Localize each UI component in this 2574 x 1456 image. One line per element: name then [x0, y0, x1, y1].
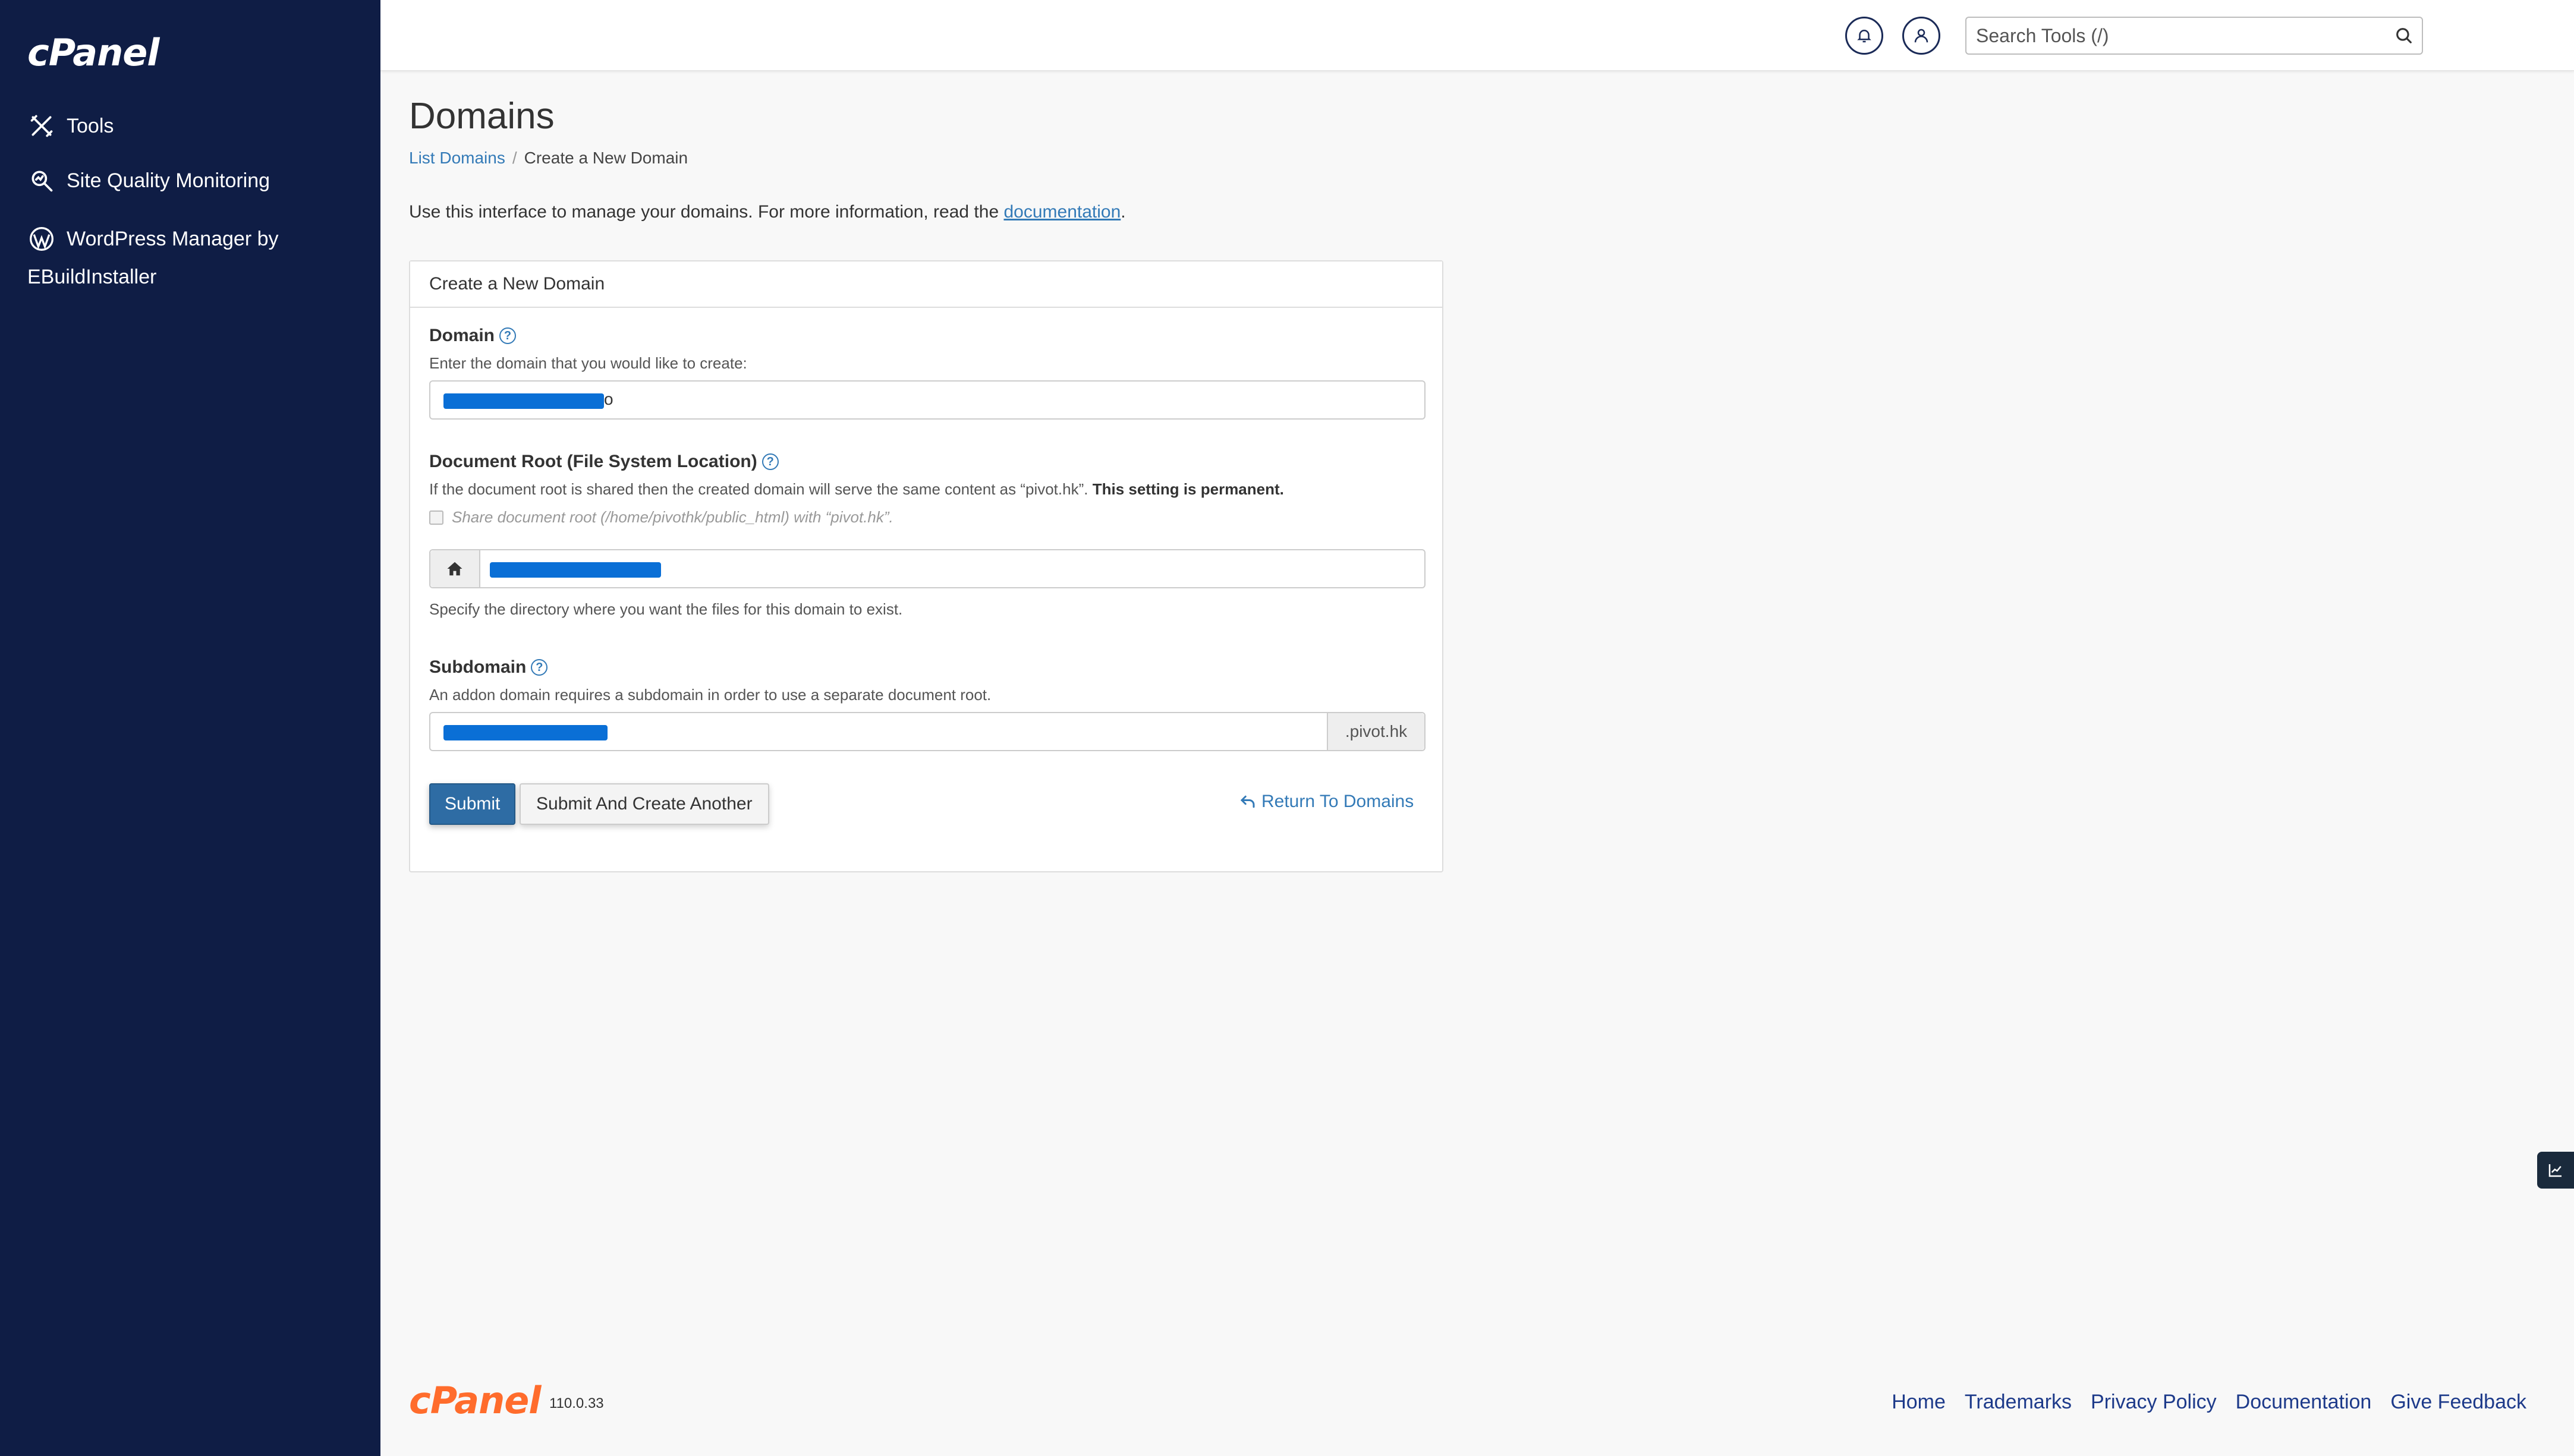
subdomain-description: An addon domain requires a subdomain in … [429, 686, 992, 704]
sidebar: cPanel Tools Site Quality Monitoring Wor… [0, 0, 380, 1456]
top-bar [380, 0, 2574, 71]
docroot-label: Document Root (File System Location) [429, 452, 757, 471]
breadcrumb-current: Create a New Domain [524, 149, 688, 167]
footer-link-documentation[interactable]: Documentation [2236, 1391, 2372, 1414]
sidebar-item-label: WordPress Manager by [67, 228, 279, 250]
breadcrumb-separator: / [512, 149, 517, 167]
domain-input[interactable]: o [429, 380, 1426, 420]
return-to-domains-link[interactable]: Return To Domains [1239, 792, 1414, 812]
subdomain-label: Subdomain [429, 657, 527, 677]
site-quality-icon [27, 166, 56, 195]
share-docroot-label: Share document root (/home/pivothk/publi… [452, 508, 893, 526]
search-icon[interactable] [2386, 18, 2422, 53]
return-to-domains-label: Return To Domains [1261, 792, 1414, 811]
domain-help-icon[interactable]: ? [499, 327, 517, 344]
home-icon [447, 562, 462, 576]
user-menu-button[interactable] [1902, 17, 1940, 55]
search-box [1965, 17, 2423, 55]
user-icon [1914, 29, 1928, 43]
docroot-input[interactable] [429, 549, 1426, 588]
domain-label-row: Domain ? [429, 326, 747, 346]
redacted-value [443, 393, 604, 409]
panel-heading: Create a New Domain [410, 261, 1442, 308]
footer-cpanel-logo[interactable]: cPanel [409, 1379, 542, 1422]
search-input[interactable] [1966, 18, 2386, 53]
documentation-link[interactable]: documentation [1003, 202, 1121, 222]
page-title: Domains [409, 96, 555, 137]
docroot-help-icon[interactable]: ? [761, 453, 779, 470]
domain-section: Domain ? Enter the domain that you would… [429, 326, 747, 373]
redacted-value [490, 562, 661, 578]
subdomain-suffix: .pivot.hk [1327, 713, 1424, 750]
docroot-section: Document Root (File System Location) ? I… [429, 452, 1284, 527]
version-label: 110.0.33 [549, 1395, 604, 1411]
submit-and-create-another-button[interactable]: Submit And Create Another [520, 783, 769, 825]
intro-body: Use this interface to manage your domain… [409, 202, 999, 222]
redacted-value [443, 725, 608, 740]
docroot-hint: Specify the directory where you want the… [429, 600, 903, 618]
docroot-permanent-note: This setting is permanent. [1092, 480, 1284, 498]
sidebar-item-site-quality[interactable]: Site Quality Monitoring [27, 166, 270, 195]
docroot-description-text: If the document root is shared then the … [429, 480, 1088, 498]
subdomain-section: Subdomain ? An addon domain requires a s… [429, 657, 991, 704]
breadcrumb-list-domains-link[interactable]: List Domains [409, 149, 505, 167]
wordpress-icon [27, 225, 56, 253]
intro-text: Use this interface to manage your domain… [409, 202, 1126, 222]
breadcrumb: List Domains / Create a New Domain [409, 149, 688, 168]
share-docroot-row: Share document root (/home/pivothk/publi… [429, 508, 1284, 527]
sidebar-item-label: Site Quality Monitoring [67, 169, 270, 192]
chart-icon [2548, 1164, 2562, 1177]
subdomain-input[interactable]: .pivot.hk [429, 712, 1426, 751]
sidebar-item-label-line2: EBuildInstaller [27, 266, 157, 288]
footer-link-give-feedback[interactable]: Give Feedback [2390, 1391, 2526, 1414]
domain-label: Domain [429, 326, 495, 345]
subdomain-label-row: Subdomain ? [429, 657, 991, 677]
home-addon [430, 550, 480, 587]
docroot-label-row: Document Root (File System Location) ? [429, 452, 1284, 472]
footer-links: Home Trademarks Privacy Policy Documenta… [1892, 1391, 2526, 1414]
create-domain-panel: Create a New Domain Domain ? Enter the d… [409, 260, 1443, 872]
analytics-side-tab[interactable] [2537, 1152, 2574, 1189]
submit-button[interactable]: Submit [429, 783, 516, 825]
bell-icon [1857, 30, 1871, 43]
cpanel-logo[interactable]: cPanel [27, 31, 160, 74]
share-docroot-checkbox[interactable] [429, 510, 443, 525]
footer-link-trademarks[interactable]: Trademarks [1965, 1391, 2072, 1414]
notifications-button[interactable] [1845, 17, 1883, 55]
intro-end: . [1121, 202, 1126, 222]
sidebar-item-label: Tools [67, 114, 114, 137]
sidebar-item-wordpress-manager[interactable]: WordPress Manager by EBuildInstaller [27, 220, 360, 296]
sidebar-item-tools[interactable]: Tools [27, 112, 114, 140]
domain-input-value-tail: o [604, 390, 613, 408]
domain-description: Enter the domain that you would like to … [429, 354, 747, 372]
footer-link-privacy-policy[interactable]: Privacy Policy [2091, 1391, 2217, 1414]
footer-link-home[interactable]: Home [1892, 1391, 1946, 1414]
tools-icon [27, 112, 56, 140]
subdomain-help-icon[interactable]: ? [531, 659, 548, 676]
reply-arrow-icon [1240, 795, 1255, 808]
docroot-description: If the document root is shared then the … [429, 480, 1284, 499]
